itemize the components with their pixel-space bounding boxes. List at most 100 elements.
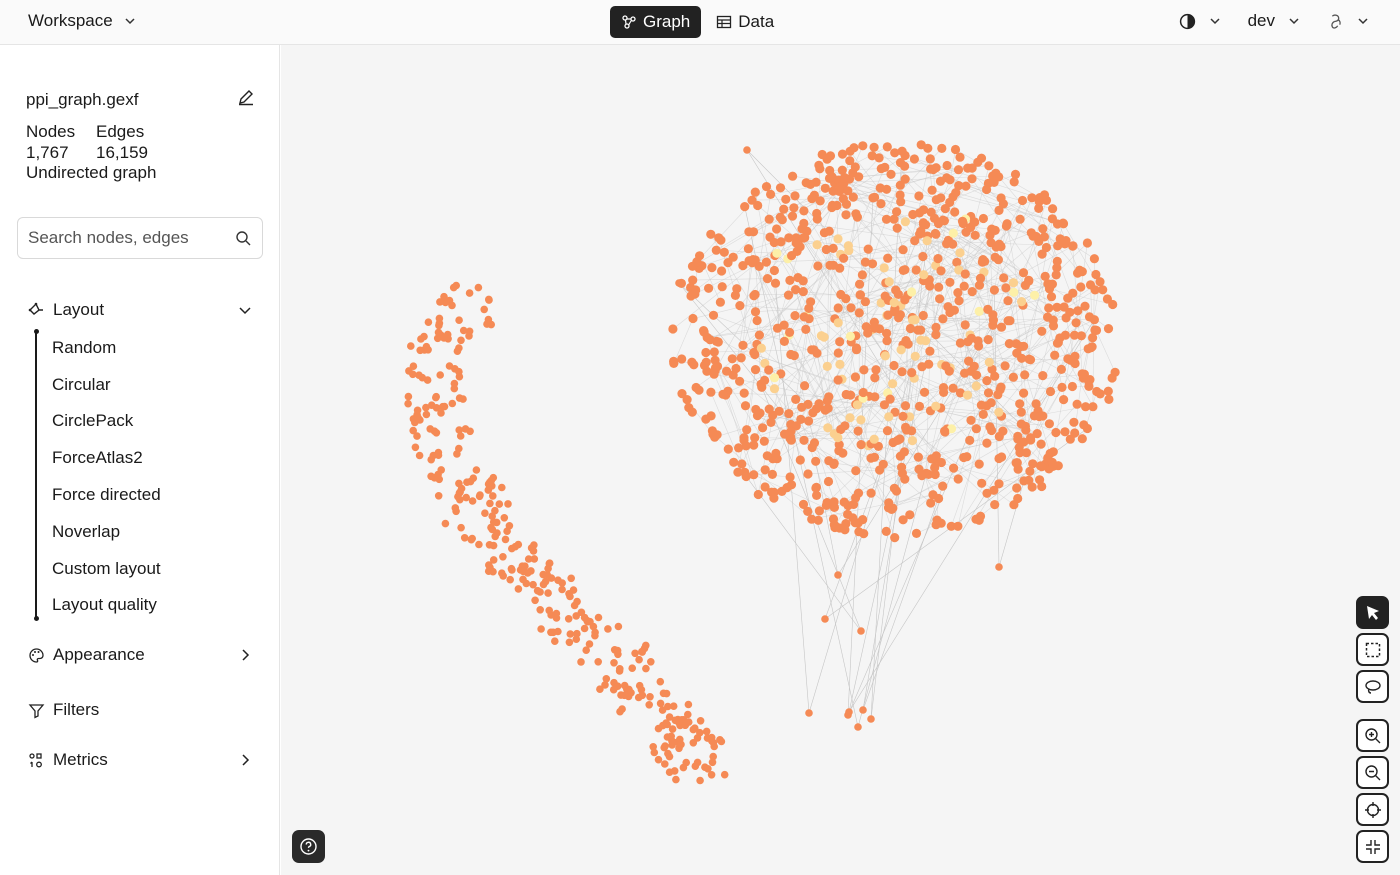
graph-node[interactable] (775, 183, 786, 193)
graph-node[interactable] (415, 451, 424, 460)
graph-node[interactable] (857, 627, 865, 635)
graph-node[interactable] (1048, 447, 1058, 457)
graph-node[interactable] (665, 768, 674, 776)
graph-node[interactable] (807, 514, 817, 524)
graph-node[interactable] (934, 282, 944, 292)
graph-node[interactable] (798, 287, 808, 297)
graph-node[interactable] (427, 401, 436, 410)
graph-node[interactable] (770, 278, 781, 288)
graph-node[interactable] (1104, 394, 1114, 404)
graph-node[interactable] (886, 169, 896, 179)
graph-node[interactable] (897, 462, 907, 472)
graph-node[interactable] (851, 209, 861, 219)
graph-node[interactable] (693, 734, 702, 742)
graph-node[interactable] (949, 463, 959, 473)
account-menu[interactable] (1327, 13, 1370, 30)
graph-node[interactable] (531, 596, 539, 605)
graph-node[interactable] (802, 226, 812, 236)
graph-node[interactable] (756, 343, 766, 353)
graph-node[interactable] (752, 315, 762, 326)
graph-node[interactable] (609, 685, 618, 694)
graph-node[interactable] (976, 400, 987, 410)
graph-node[interactable] (539, 570, 547, 579)
graph-node[interactable] (491, 506, 499, 515)
graph-node[interactable] (918, 310, 928, 321)
graph-node[interactable] (727, 354, 737, 364)
graph-node[interactable] (1016, 419, 1026, 429)
graph-node[interactable] (894, 313, 904, 323)
graph-node[interactable] (890, 533, 900, 543)
graph-node[interactable] (744, 227, 754, 237)
graph-node[interactable] (846, 303, 856, 313)
graph-node[interactable] (567, 574, 575, 583)
graph-node[interactable] (1072, 399, 1082, 409)
graph-node[interactable] (677, 389, 687, 399)
graph-node[interactable] (796, 414, 806, 424)
graph-node[interactable] (927, 185, 937, 195)
graph-node[interactable] (996, 322, 1007, 332)
graph-node[interactable] (907, 426, 917, 436)
graph-node[interactable] (900, 217, 911, 227)
graph-node[interactable] (1031, 231, 1041, 242)
graph-node[interactable] (508, 544, 516, 553)
graph-node[interactable] (781, 194, 791, 204)
zoom-in-button[interactable] (1356, 719, 1389, 752)
graph-node[interactable] (962, 390, 973, 400)
graph-node[interactable] (936, 193, 946, 203)
graph-node[interactable] (960, 320, 970, 330)
graph-node[interactable] (1084, 381, 1094, 391)
graph-node[interactable] (1047, 214, 1057, 224)
graph-node[interactable] (889, 483, 900, 493)
graph-node[interactable] (939, 387, 949, 397)
graph-node[interactable] (844, 245, 854, 256)
graph-node[interactable] (880, 162, 890, 172)
graph-node[interactable] (892, 223, 902, 233)
graph-node[interactable] (954, 296, 964, 306)
graph-node[interactable] (716, 736, 724, 744)
graph-node[interactable] (949, 305, 960, 315)
graph-node[interactable] (895, 158, 906, 168)
graph-node[interactable] (645, 701, 653, 709)
graph-node[interactable] (1009, 287, 1019, 297)
graph-node[interactable] (635, 655, 643, 664)
graph-node[interactable] (675, 718, 683, 727)
graph-node[interactable] (501, 535, 510, 544)
graph-canvas[interactable] (281, 45, 1400, 875)
search-icon[interactable] (235, 230, 252, 247)
graph-node[interactable] (741, 471, 751, 482)
graph-node[interactable] (931, 229, 941, 239)
graph-node[interactable] (854, 723, 862, 731)
graph-node[interactable] (481, 509, 489, 517)
graph-node[interactable] (829, 458, 839, 468)
graph-node[interactable] (833, 433, 843, 443)
graph-node[interactable] (933, 218, 944, 229)
graph-node[interactable] (1015, 399, 1025, 409)
graph-node[interactable] (504, 500, 512, 508)
graph-node[interactable] (986, 398, 996, 408)
graph-node[interactable] (812, 208, 822, 219)
graph-node[interactable] (702, 727, 711, 736)
graph-node[interactable] (790, 191, 800, 201)
graph-node[interactable] (679, 763, 688, 772)
graph-node[interactable] (558, 579, 566, 587)
graph-node[interactable] (888, 437, 898, 448)
graph-node[interactable] (955, 152, 965, 162)
graph-node[interactable] (772, 224, 782, 234)
graph-node[interactable] (916, 325, 926, 335)
graph-node[interactable] (565, 638, 574, 647)
graph-node[interactable] (850, 518, 860, 528)
graph-node[interactable] (908, 209, 918, 220)
graph-node[interactable] (871, 365, 881, 375)
graph-node[interactable] (898, 411, 908, 421)
graph-node[interactable] (823, 423, 833, 433)
graph-node[interactable] (859, 706, 867, 714)
graph-node[interactable] (675, 279, 683, 287)
graph-node[interactable] (1082, 238, 1092, 248)
graph-node[interactable] (867, 715, 875, 723)
graph-node[interactable] (577, 658, 585, 666)
graph-node[interactable] (594, 658, 602, 666)
graph-node[interactable] (828, 260, 839, 270)
graph-node[interactable] (1048, 204, 1058, 214)
graph-node[interactable] (851, 345, 862, 355)
graph-node[interactable] (663, 720, 671, 729)
